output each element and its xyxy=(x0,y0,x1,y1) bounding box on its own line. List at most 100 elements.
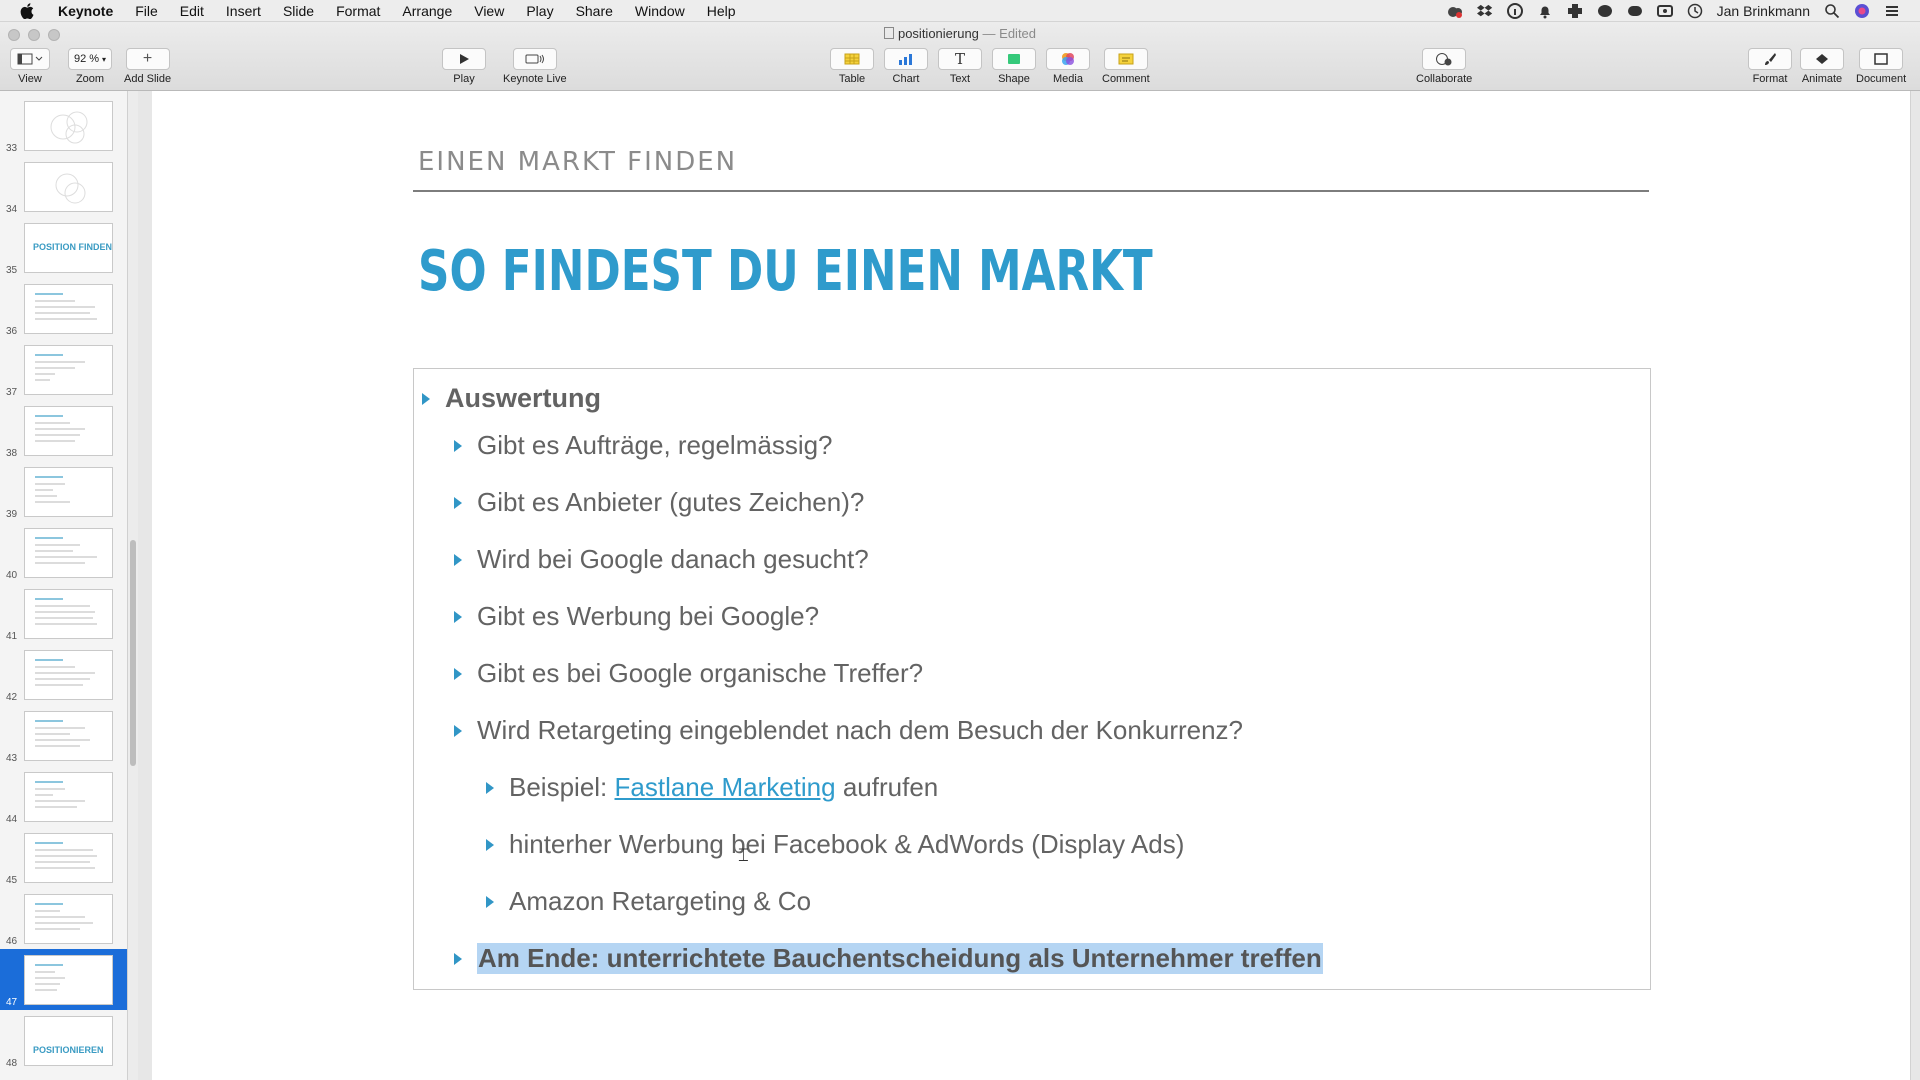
shape-button[interactable]: Shape xyxy=(992,48,1036,85)
title-divider[interactable] xyxy=(413,190,1649,192)
menu-arrange[interactable]: Arrange xyxy=(402,3,452,19)
slide-thumbnail-48[interactable]: POSITIONIEREN 48 xyxy=(0,1010,127,1071)
plugin-icon[interactable] xyxy=(1567,3,1583,19)
animate-button[interactable]: Animate xyxy=(1800,48,1844,85)
chart-button[interactable]: Chart xyxy=(884,48,928,85)
sub-bullet-item[interactable]: Amazon Retargeting & Co xyxy=(486,886,811,917)
sub-bullet-item[interactable]: Beispiel: Fastlane Marketing aufrufen xyxy=(486,772,938,803)
info-icon[interactable] xyxy=(1506,2,1523,19)
add-slide-label: Add Slide xyxy=(124,73,172,85)
bell-icon[interactable] xyxy=(1537,3,1553,19)
slide-thumbnail-43[interactable]: 43 xyxy=(0,705,127,766)
menu-slide[interactable]: Slide xyxy=(283,3,314,19)
bullet-item[interactable]: Gibt es Aufträge, regelmässig? xyxy=(454,430,833,461)
slide-thumbnail-46[interactable]: 46 xyxy=(0,888,127,949)
bullet-item[interactable]: Wird bei Google danach gesucht? xyxy=(454,544,869,575)
bullet-icon xyxy=(454,439,462,452)
slide-thumbnail-47[interactable]: 47 xyxy=(0,949,127,1010)
slide-thumbnail-37[interactable]: 37 xyxy=(0,339,127,400)
plus-icon: + xyxy=(142,50,153,67)
paintbrush-icon xyxy=(1765,53,1776,65)
slide-thumbnail-34[interactable]: 34 xyxy=(0,156,127,217)
chat-icon[interactable] xyxy=(1627,3,1643,19)
user-name[interactable]: Jan Brinkmann xyxy=(1717,3,1810,19)
menu-file[interactable]: File xyxy=(135,3,158,19)
slide-thumbnail-41[interactable]: 41 xyxy=(0,583,127,644)
table-button[interactable]: Table xyxy=(830,48,874,85)
menu-view[interactable]: View xyxy=(474,3,504,19)
add-slide-button[interactable]: + Add Slide xyxy=(124,48,171,85)
bullet-text: Gibt es bei Google organische Treffer? xyxy=(477,658,924,688)
siri-icon[interactable] xyxy=(1854,3,1870,19)
play-label: Play xyxy=(453,73,475,85)
creative-cloud-icon[interactable] xyxy=(1447,3,1463,19)
slide-number: 34 xyxy=(6,204,18,215)
slide-preview xyxy=(24,101,113,151)
media-icon xyxy=(1062,53,1074,65)
sub-bullet-item[interactable]: hinterher Werbung bei Facebook & AdWords… xyxy=(486,829,1184,860)
bullet-item[interactable]: Gibt es Anbieter (gutes Zeichen)? xyxy=(454,487,864,518)
bullet-item[interactable]: Wird Retargeting eingeblendet nach dem B… xyxy=(454,715,1243,746)
text-button[interactable]: T Text xyxy=(938,48,982,85)
zoom-dropdown[interactable]: 92 % ▾ Zoom xyxy=(68,48,112,85)
apple-menu-icon[interactable] xyxy=(20,2,36,19)
slide-headline[interactable]: SO FINDEST DU EINEN MARKT xyxy=(418,239,1153,304)
bullet-icon xyxy=(454,724,462,737)
media-button[interactable]: Media xyxy=(1046,48,1090,85)
selected-bullet-text[interactable]: Am Ende: unterrichtete Bauchentscheidung… xyxy=(477,943,1323,974)
slide-preview xyxy=(24,528,113,578)
slide-thumbnail-45[interactable]: 45 xyxy=(0,827,127,888)
menu-window[interactable]: Window xyxy=(635,3,685,19)
collaborate-label: Collaborate xyxy=(1416,73,1473,85)
slide-preview-title: POSITION FINDEN xyxy=(33,242,113,252)
slide-thumbnail-42[interactable]: 42 xyxy=(0,644,127,705)
time-machine-icon[interactable] xyxy=(1687,3,1703,19)
spotlight-search-icon[interactable] xyxy=(1824,3,1840,19)
status-icons: Jan Brinkmann xyxy=(1447,2,1920,19)
menu-share[interactable]: Share xyxy=(576,3,613,19)
bullet-item[interactable]: Gibt es Werbung bei Google? xyxy=(454,601,819,632)
slide-thumbnail-33[interactable]: 33 xyxy=(0,95,127,156)
menu-format[interactable]: Format xyxy=(336,3,380,19)
menu-app-name[interactable]: Keynote xyxy=(58,3,113,19)
slide-navigator[interactable]: 33 34 POSITION FINDEN 35 36 37 38 39 40 … xyxy=(0,91,128,1080)
bullet-item[interactable]: Gibt es bei Google organische Treffer? xyxy=(454,658,923,689)
edited-status[interactable]: — Edited xyxy=(983,26,1036,41)
table-label: Table xyxy=(838,73,866,85)
comment-button[interactable]: Comment xyxy=(1102,48,1150,85)
view-button[interactable]: View xyxy=(10,48,50,85)
slide-preview: POSITIONIEREN xyxy=(24,1016,113,1066)
slide-number: 38 xyxy=(6,448,18,459)
slide-thumbnail-36[interactable]: 36 xyxy=(0,278,127,339)
keynote-live-button[interactable]: Keynote Live xyxy=(503,48,567,85)
menu-edit[interactable]: Edit xyxy=(180,3,204,19)
navigator-scrollbar[interactable] xyxy=(130,540,136,766)
menu-insert[interactable]: Insert xyxy=(226,3,261,19)
notification-center-icon[interactable] xyxy=(1884,3,1900,19)
bullet-text-box[interactable]: Auswertung Gibt es Aufträge, regelmässig… xyxy=(413,368,1651,990)
document-name: positionierung xyxy=(897,26,979,41)
fastlane-marketing-link[interactable]: Fastlane Marketing xyxy=(615,772,836,803)
comment-label: Comment xyxy=(1102,73,1150,85)
screen-record-icon[interactable] xyxy=(1656,3,1673,19)
slide-thumbnail-39[interactable]: 39 xyxy=(0,461,127,522)
slide-thumbnail-35[interactable]: POSITION FINDEN 35 xyxy=(0,217,127,278)
bullet-text-suffix: aufrufen xyxy=(835,772,939,802)
slide-thumbnail-40[interactable]: 40 xyxy=(0,522,127,583)
bullet-auswertung[interactable]: Auswertung xyxy=(422,383,601,414)
leaf-icon[interactable] xyxy=(1597,3,1613,19)
menu-help[interactable]: Help xyxy=(707,3,736,19)
slide-thumbnail-38[interactable]: 38 xyxy=(0,400,127,461)
collaborate-button[interactable]: Collaborate xyxy=(1416,48,1472,85)
slide-eyebrow-title[interactable]: EINEN MARKT FINDEN xyxy=(418,147,737,177)
slide[interactable]: EINEN MARKT FINDEN SO FINDEST DU EINEN M… xyxy=(152,91,1910,1080)
dropbox-icon[interactable] xyxy=(1476,3,1493,19)
slide-number: 35 xyxy=(6,265,18,276)
bullet-item-selected[interactable]: Am Ende: unterrichtete Bauchentscheidung… xyxy=(454,943,1323,974)
bullet-text: Gibt es Anbieter (gutes Zeichen)? xyxy=(477,487,865,517)
slide-thumbnail-44[interactable]: 44 xyxy=(0,766,127,827)
format-button[interactable]: Format xyxy=(1748,48,1792,85)
document-button[interactable]: Document xyxy=(1856,48,1906,85)
play-button[interactable]: Play xyxy=(442,48,486,85)
menu-play[interactable]: Play xyxy=(526,3,553,19)
